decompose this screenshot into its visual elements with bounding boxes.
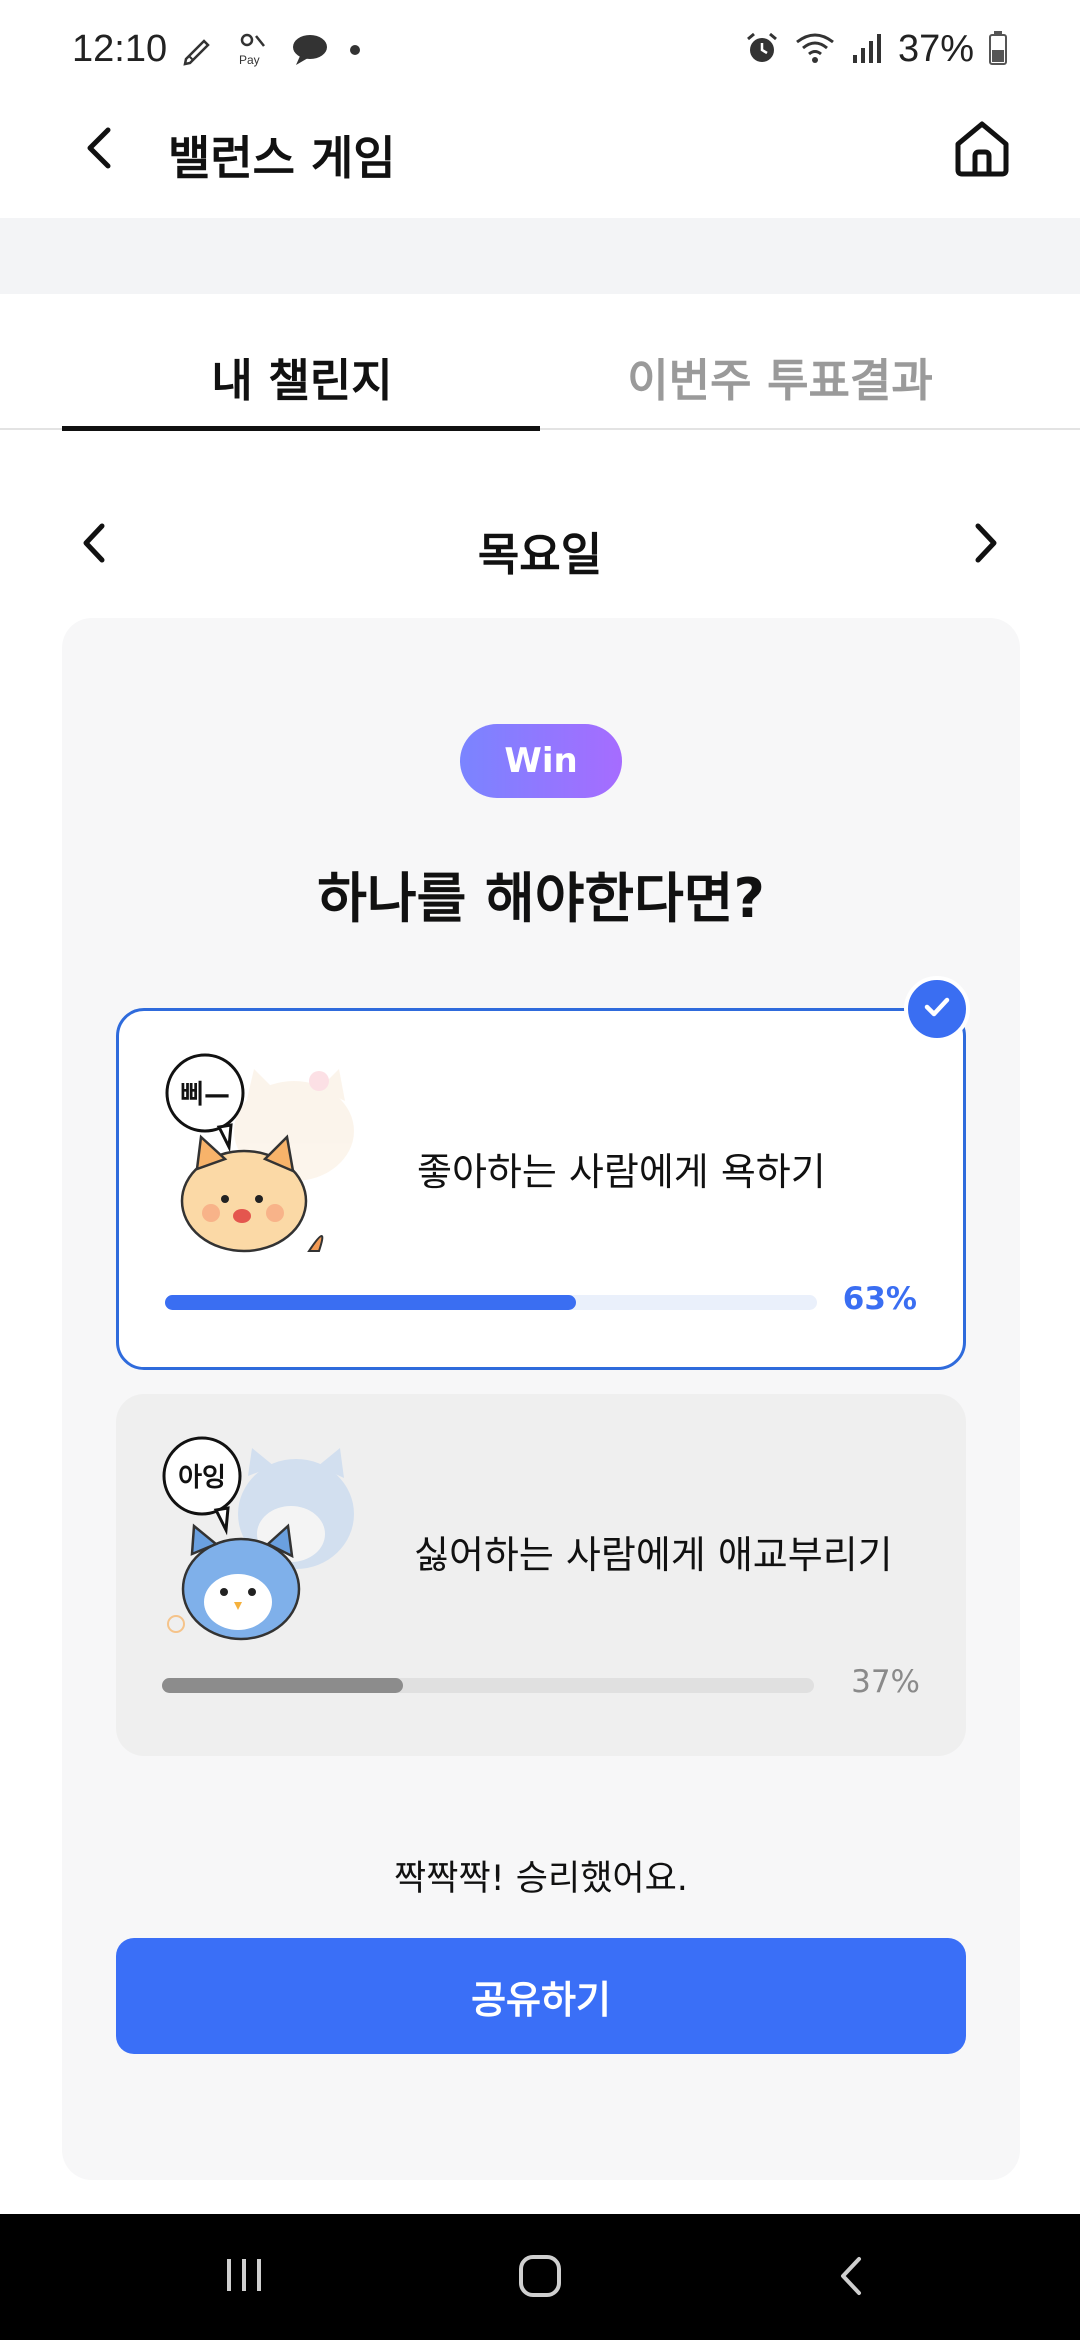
back-button[interactable]	[72, 122, 128, 178]
header-divider-band	[0, 218, 1080, 294]
tab-weekly-results[interactable]: 이번주 투표결과	[540, 344, 1020, 409]
back-chevron-icon	[835, 2253, 865, 2303]
dot-icon	[348, 42, 362, 61]
option-card-selected[interactable]: 삐— 좋아하는 사람에게 욕하기 63%	[116, 1008, 966, 1370]
vote-percentage: 63%	[842, 1281, 917, 1317]
recent-apps-button[interactable]	[214, 2252, 274, 2302]
active-tab-indicator	[62, 426, 540, 431]
home-icon	[950, 116, 1014, 184]
chat-bubble-icon	[290, 31, 330, 71]
challenge-card: Win 하나를 해야한다면? 삐— 좋아하는 사람에게 욕하기 63% 아잉 싫…	[62, 618, 1020, 2180]
status-bar: 12:10 Pay 37%	[0, 0, 1080, 100]
home-square-icon	[517, 2253, 563, 2303]
samsung-pay-icon: Pay	[234, 30, 272, 72]
status-right-icons: 37%	[744, 28, 1008, 71]
status-left-icons: Pay	[180, 30, 362, 72]
battery-icon	[988, 30, 1008, 70]
next-day-button[interactable]	[960, 518, 1010, 572]
system-navigation-bar	[0, 2214, 1080, 2340]
question-text: 하나를 해야한다면?	[317, 867, 765, 930]
vote-progress-fill	[165, 1295, 576, 1310]
share-button[interactable]: 공유하기	[116, 1938, 966, 2054]
vote-percentage: 37%	[851, 1664, 920, 1700]
status-time: 12:10	[72, 28, 168, 70]
speech-bubble-text: 삐—	[180, 1080, 230, 1110]
pencil-icon	[180, 31, 216, 71]
home-button[interactable]	[944, 112, 1020, 188]
day-navigator: 목요일	[0, 500, 1080, 590]
option-text: 좋아하는 사람에게 욕하기	[417, 1150, 826, 1194]
alarm-icon	[744, 30, 780, 70]
signal-icon	[850, 31, 884, 69]
cat-character-illustration: 삐—	[159, 1051, 359, 1261]
result-message: 짝짝짝! 승리했어요.	[394, 1859, 688, 1899]
tab-bar: 내 챌린지 이번주 투표결과	[0, 294, 1080, 431]
system-back-button[interactable]	[820, 2250, 880, 2306]
svg-text:Pay: Pay	[239, 53, 260, 67]
wifi-icon	[794, 30, 836, 70]
option-card[interactable]: 아잉 싫어하는 사람에게 애교부리기 37%	[116, 1394, 966, 1756]
page-title: 밸런스 게임	[168, 131, 396, 185]
vote-progress-track	[165, 1295, 817, 1310]
app-header: 밸런스 게임	[0, 100, 1080, 218]
system-home-button[interactable]	[510, 2250, 570, 2306]
selected-check-badge	[904, 976, 970, 1042]
vote-progress-track	[162, 1678, 814, 1693]
back-arrow-icon	[82, 124, 118, 176]
day-label: 목요일	[477, 528, 603, 581]
checkmark-icon	[920, 990, 954, 1028]
option-text: 싫어하는 사람에게 애교부리기	[414, 1533, 893, 1577]
vote-progress-fill	[162, 1678, 404, 1693]
speech-bubble-text: 아잉	[178, 1463, 226, 1493]
battery-percent: 37%	[897, 28, 974, 70]
win-badge: Win	[460, 724, 622, 798]
chevron-right-icon	[970, 520, 1000, 570]
recent-apps-icon	[221, 2255, 267, 2299]
tab-my-challenge[interactable]: 내 챌린지	[62, 344, 542, 409]
owl-character-illustration: 아잉	[156, 1434, 356, 1644]
